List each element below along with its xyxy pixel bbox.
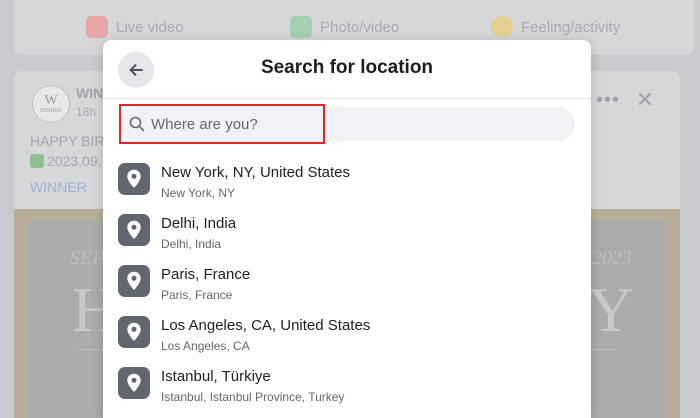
location-name: Delhi, India — [161, 215, 237, 232]
checkmark-icon — [30, 154, 44, 168]
location-subtitle: Paris, France — [161, 288, 233, 302]
map-pin-icon — [118, 367, 150, 399]
post-author[interactable]: WIN — [76, 85, 103, 101]
post-date-text: 2023.09. — [47, 153, 102, 169]
logo-letter: W — [44, 93, 58, 108]
location-name: Los Angeles, CA, United States — [161, 317, 371, 334]
location-search-box[interactable] — [119, 107, 575, 141]
dialog-title: Search for location — [260, 57, 434, 78]
search-location-dialog: Search for location New York, NY, United… — [103, 40, 591, 418]
location-subtitle: Los Angeles, CA — [161, 339, 250, 353]
location-item[interactable]: Los Angeles, CA, United States Los Angel… — [103, 307, 591, 358]
video-camera-icon — [86, 16, 108, 38]
feeling-activity-label: Feeling/activity — [521, 18, 621, 36]
close-icon[interactable]: ✕ — [636, 87, 654, 113]
location-name: Istanbul, Türkiye — [161, 368, 271, 385]
location-item[interactable]: Paris, France Paris, France — [103, 256, 591, 307]
location-list: New York, NY, United States New York, NY… — [103, 154, 591, 409]
logo-text: WINNER — [39, 108, 63, 114]
image-text-right-small: 2023 — [592, 247, 632, 269]
location-name: Paris, France — [161, 266, 251, 283]
live-video-button[interactable]: Live video — [86, 14, 184, 40]
map-pin-icon — [118, 163, 150, 195]
map-pin-icon — [118, 265, 150, 297]
avatar: W WINNER — [32, 85, 70, 123]
photo-video-button[interactable]: Photo/video — [290, 14, 399, 40]
map-pin-icon — [118, 316, 150, 348]
post-tag[interactable]: WINNER — [30, 179, 87, 195]
location-subtitle: Delhi, India — [161, 237, 222, 251]
location-item[interactable]: Delhi, India Delhi, India — [103, 205, 591, 256]
photo-video-label: Photo/video — [320, 18, 400, 36]
feeling-activity-button[interactable]: Feeling/activity — [491, 14, 620, 40]
location-item[interactable]: Istanbul, Türkiye Istanbul, Istanbul Pro… — [103, 358, 591, 409]
post-text-line1: HAPPY BIRT — [30, 133, 113, 149]
live-video-label: Live video — [116, 18, 184, 36]
magnifier-icon — [129, 116, 145, 132]
location-subtitle: Istanbul, Istanbul Province, Turkey — [161, 390, 345, 404]
photo-icon — [290, 16, 312, 38]
location-item[interactable]: New York, NY, United States New York, NY — [103, 154, 591, 205]
smiley-icon — [491, 16, 513, 38]
post-text-line2: 2023.09. — [30, 153, 102, 169]
dialog-header: Search for location — [103, 40, 591, 99]
location-search-input[interactable] — [147, 107, 575, 141]
location-subtitle: New York, NY — [161, 186, 236, 200]
more-dots-icon[interactable]: ••• — [596, 89, 620, 112]
image-text-right-big: Y — [587, 274, 638, 345]
post-time: 18h — [76, 105, 97, 119]
location-name: New York, NY, United States — [161, 164, 350, 181]
image-text-left-small: SEP — [70, 247, 105, 269]
map-pin-icon — [118, 214, 150, 246]
